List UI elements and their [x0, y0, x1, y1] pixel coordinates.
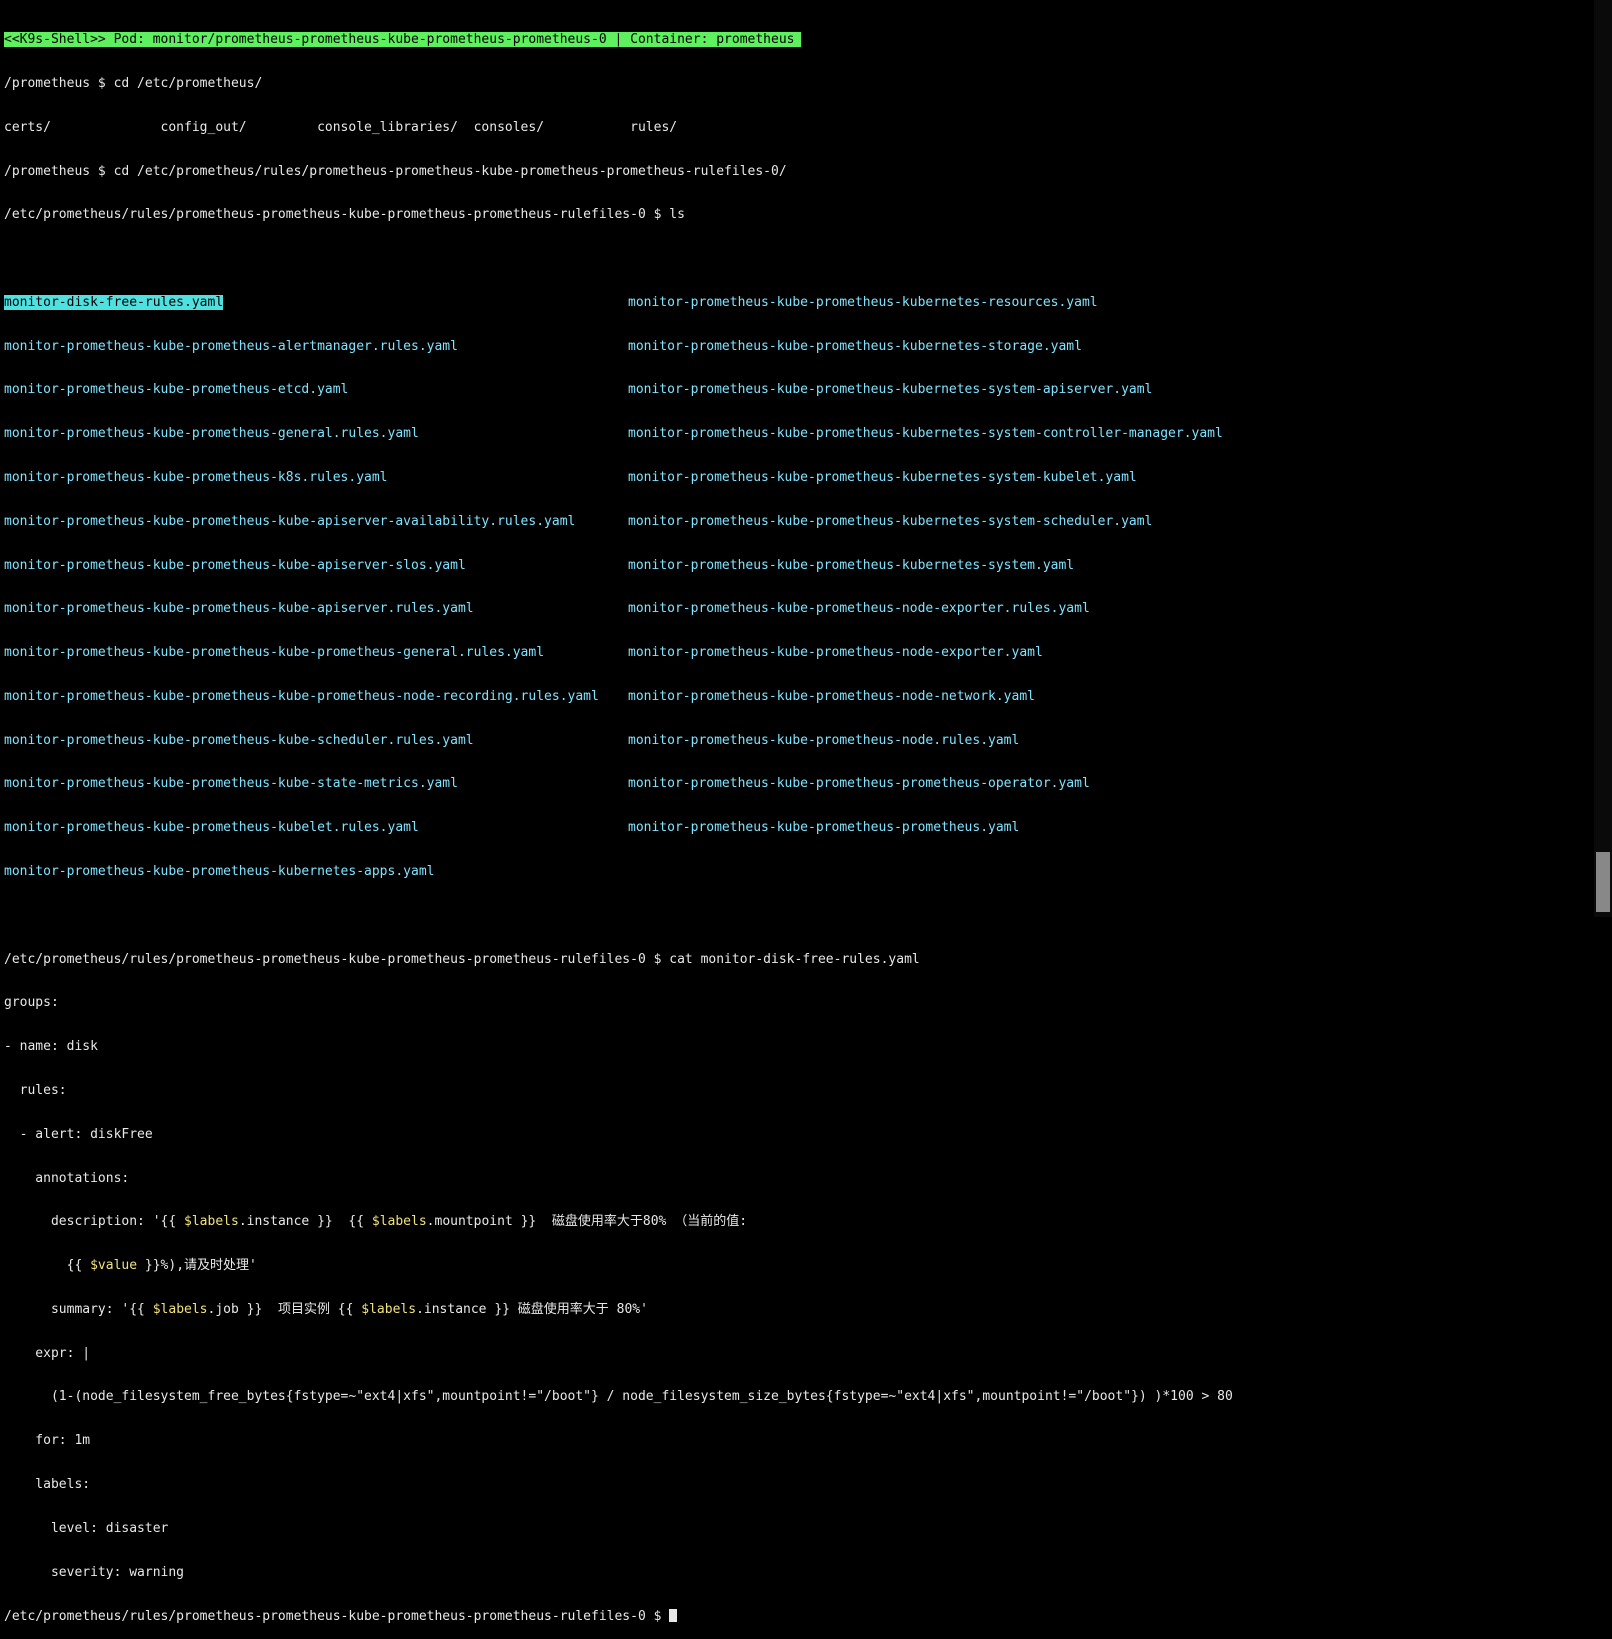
template-variable: $labels	[184, 1214, 239, 1230]
prompt-line[interactable]: /etc/prometheus/rules/prometheus-prometh…	[4, 1609, 1594, 1624]
terminal-line: /prometheus $ cd /etc/prometheus/rules/p…	[4, 163, 787, 179]
template-variable: $labels	[152, 1301, 208, 1317]
file-entry: monitor-prometheus-kube-prometheus-k8s.r…	[4, 470, 388, 485]
yaml-expr-line: (1-(node_filesystem_free_bytes{fstype=~"…	[4, 1389, 1233, 1405]
file-entry	[628, 865, 1223, 880]
yaml-text: description: '{{	[4, 1214, 185, 1230]
template-variable: $labels	[361, 1301, 417, 1317]
file-entry: monitor-prometheus-kube-prometheus-kube-…	[4, 732, 474, 748]
scrollbar[interactable]	[1594, 0, 1612, 917]
template-variable: $labels	[371, 1214, 427, 1230]
file-entry: monitor-prometheus-kube-prometheus-kuber…	[628, 557, 1075, 573]
file-entry: monitor-prometheus-kube-prometheus-kube-…	[4, 688, 599, 704]
file-entry: monitor-prometheus-kube-prometheus-kuber…	[628, 382, 1153, 398]
file-entry: monitor-prometheus-kube-prometheus-kuber…	[628, 470, 1137, 485]
cursor	[669, 1609, 678, 1623]
file-entry: monitor-prometheus-kube-prometheus-kube-…	[4, 557, 466, 573]
yaml-line: level: disaster	[4, 1520, 169, 1536]
yaml-line: groups:	[4, 995, 59, 1011]
terminal-line: certs/ config_out/ console_libraries/ co…	[4, 119, 678, 135]
ls-output: monitor-disk-free-rules.yaml monitor-pro…	[4, 267, 1594, 909]
k9s-shell-banner: <<K9s-Shell>> Pod: monitor/prometheus-pr…	[4, 32, 801, 48]
file-entry: monitor-prometheus-kube-prometheus-node-…	[628, 645, 1043, 661]
selected-file[interactable]: monitor-disk-free-rules.yaml	[4, 294, 224, 310]
yaml-text: {{	[4, 1258, 91, 1274]
yaml-summary-line: summary: '{{ $labels.job }} 项目实例 {{ $lab…	[4, 1301, 1594, 1318]
file-entry: monitor-prometheus-kube-prometheus-kuber…	[628, 294, 1098, 310]
file-entry: monitor-prometheus-kube-prometheus-kube-…	[4, 645, 545, 661]
yaml-line: expr: |	[4, 1345, 91, 1361]
terminal-line: /etc/prometheus/rules/prometheus-prometh…	[4, 207, 685, 223]
file-entry: monitor-prometheus-kube-prometheus-kuber…	[628, 513, 1153, 529]
file-entry: monitor-prometheus-kube-prometheus-etcd.…	[4, 382, 349, 398]
file-entry: monitor-prometheus-kube-prometheus-kube-…	[4, 776, 458, 792]
file-entry: monitor-prometheus-kube-prometheus-kuber…	[4, 864, 435, 880]
file-entry: monitor-prometheus-kube-prometheus-gener…	[4, 426, 419, 442]
yaml-description-line: {{ $value }}%),请及时处理'	[4, 1258, 1594, 1274]
yaml-line: for: 1m	[4, 1433, 91, 1449]
terminal[interactable]: <<K9s-Shell>> Pod: monitor/prometheus-pr…	[4, 4, 1594, 1624]
file-entry: monitor-prometheus-kube-prometheus-kuber…	[628, 426, 1223, 442]
yaml-description-line: description: '{{ $labels.instance }} {{ …	[4, 1214, 1594, 1230]
file-entry: monitor-prometheus-kube-prometheus-kube-…	[4, 601, 474, 617]
terminal-line: /prometheus $ cd /etc/prometheus/	[4, 75, 263, 91]
file-entry: monitor-prometheus-kube-prometheus-alert…	[4, 338, 458, 354]
yaml-text: .instance }} {{	[238, 1214, 372, 1230]
ls-column-1: monitor-disk-free-rules.yaml monitor-pro…	[4, 267, 628, 909]
file-entry: monitor-prometheus-kube-prometheus-prome…	[628, 776, 1090, 792]
yaml-line: annotations:	[4, 1170, 130, 1186]
file-entry: monitor-prometheus-kube-prometheus-kubel…	[4, 820, 419, 836]
scrollbar-thumb[interactable]	[1596, 852, 1610, 912]
yaml-line: rules:	[4, 1082, 67, 1098]
template-variable: $value	[90, 1258, 138, 1274]
yaml-line: severity: warning	[4, 1564, 185, 1580]
cat-command-line: /etc/prometheus/rules/prometheus-prometh…	[4, 951, 920, 967]
yaml-line: - alert: diskFree	[4, 1126, 153, 1142]
yaml-text: .mountpoint }} 磁盘使用率大于80% （当前的值:	[426, 1214, 748, 1230]
shell-prompt: /etc/prometheus/rules/prometheus-prometh…	[4, 1609, 670, 1625]
yaml-text: .job }} 项目实例 {{	[207, 1301, 362, 1317]
file-entry: monitor-prometheus-kube-prometheus-kube-…	[4, 513, 576, 529]
yaml-text: .instance }} 磁盘使用率大于 80%'	[416, 1301, 648, 1317]
file-entry: monitor-prometheus-kube-prometheus-prome…	[628, 820, 1020, 836]
file-entry: monitor-prometheus-kube-prometheus-kuber…	[628, 338, 1082, 354]
file-entry: monitor-prometheus-kube-prometheus-node-…	[628, 688, 1035, 704]
ls-column-2: monitor-prometheus-kube-prometheus-kuber…	[628, 267, 1223, 909]
yaml-text: }}%),请及时处理'	[137, 1258, 257, 1274]
file-entry: monitor-prometheus-kube-prometheus-node-…	[628, 601, 1090, 617]
yaml-line: labels:	[4, 1476, 91, 1492]
yaml-text: summary: '{{	[4, 1301, 153, 1317]
yaml-line: - name: disk	[4, 1039, 98, 1055]
file-entry: monitor-prometheus-kube-prometheus-node.…	[628, 732, 1020, 748]
